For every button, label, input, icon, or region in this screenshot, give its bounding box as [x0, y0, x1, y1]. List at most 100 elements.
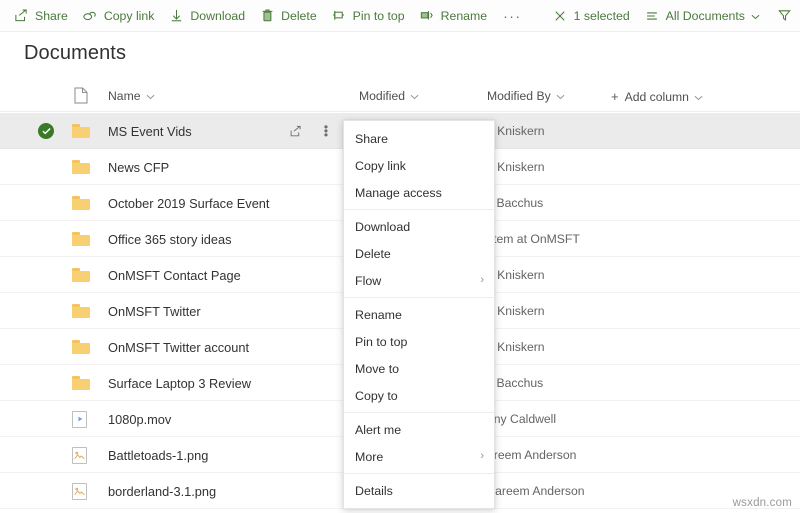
- menu-item-label: Details: [355, 483, 393, 498]
- menu-divider: [344, 412, 494, 413]
- row-checkbox[interactable]: [36, 221, 56, 257]
- row-name[interactable]: OnMSFT Contact Page: [108, 257, 241, 293]
- chevron-down-icon: [694, 90, 703, 104]
- row-checkbox[interactable]: [36, 473, 56, 509]
- command-rename-label: Rename: [440, 8, 488, 23]
- menu-item-move-to[interactable]: Move to: [344, 355, 494, 382]
- menu-item-label: Copy to: [355, 388, 398, 403]
- row-name[interactable]: OnMSFT Twitter account: [108, 329, 249, 365]
- menu-item-label: Download: [355, 219, 411, 234]
- row-modified-by: o Kniskern: [487, 340, 545, 354]
- row-modified-by: o Kniskern: [487, 268, 545, 282]
- row-file-icon: [72, 437, 96, 473]
- row-name[interactable]: OnMSFT Twitter: [108, 293, 201, 329]
- plus-icon: +: [611, 89, 619, 104]
- row-checkbox[interactable]: [36, 365, 56, 401]
- column-header-modified-label: Modified: [359, 89, 406, 103]
- column-header-modified-by[interactable]: Modified By: [487, 89, 565, 103]
- row-name[interactable]: MS Event Vids: [108, 113, 192, 149]
- column-header-name[interactable]: Name: [108, 89, 155, 103]
- row-modified-by: nny Caldwell: [487, 412, 557, 426]
- menu-divider: [344, 209, 494, 210]
- row-checkbox[interactable]: [36, 329, 56, 365]
- chevron-down-icon: [556, 89, 565, 103]
- row-name[interactable]: October 2019 Surface Event: [108, 185, 269, 221]
- row-name[interactable]: Battletoads-1.png: [108, 437, 208, 473]
- row-file-icon: [72, 257, 96, 293]
- menu-item-label: Delete: [355, 246, 391, 261]
- menu-item-manage-access[interactable]: Manage access: [344, 179, 494, 206]
- row-checkbox[interactable]: [36, 257, 56, 293]
- row-file-icon: [72, 221, 96, 257]
- row-file-icon: [72, 329, 96, 365]
- menu-item-share[interactable]: Share: [344, 125, 494, 152]
- menu-item-alert-me[interactable]: Alert me: [344, 416, 494, 443]
- file-type-icon: [74, 87, 88, 107]
- command-download[interactable]: Download: [161, 1, 252, 31]
- close-icon: [552, 8, 568, 24]
- command-share-label: Share: [35, 8, 68, 23]
- row-file-icon: [72, 113, 96, 149]
- menu-item-label: Pin to top: [355, 334, 408, 349]
- folder-icon: [72, 376, 90, 390]
- chevron-down-icon: [146, 89, 155, 103]
- row-name[interactable]: Office 365 story ideas: [108, 221, 232, 257]
- menu-item-copy-link[interactable]: Copy link: [344, 152, 494, 179]
- chevron-down-icon: [751, 9, 760, 23]
- pin-to-top-icon: [331, 8, 347, 24]
- folder-icon: [72, 268, 90, 282]
- column-header-type[interactable]: [74, 87, 88, 107]
- menu-item-pin-to-top[interactable]: Pin to top: [344, 328, 494, 355]
- row-file-icon: [72, 473, 96, 509]
- column-header-add-column[interactable]: + Add column: [611, 89, 703, 104]
- column-header-modified[interactable]: Modified: [359, 89, 419, 103]
- menu-item-flow[interactable]: Flow ›: [344, 267, 494, 294]
- row-checkbox[interactable]: [36, 401, 56, 437]
- row-checkbox[interactable]: [36, 437, 56, 473]
- filter-button[interactable]: [767, 1, 800, 31]
- sharepoint-document-library: Share Copy link Download Delete Pin to t…: [0, 0, 800, 513]
- menu-item-copy-to[interactable]: Copy to: [344, 382, 494, 409]
- menu-item-download[interactable]: Download: [344, 213, 494, 240]
- row-checkbox[interactable]: [36, 185, 56, 221]
- menu-item-more[interactable]: More ›: [344, 443, 494, 470]
- command-overflow-button[interactable]: ···: [494, 1, 531, 31]
- command-delete-label: Delete: [281, 8, 317, 23]
- row-name[interactable]: Surface Laptop 3 Review: [108, 365, 251, 401]
- row-more-icon[interactable]: • • •: [318, 121, 334, 141]
- selection-status[interactable]: 1 selected: [545, 1, 637, 31]
- checkmark-icon: [38, 123, 54, 139]
- row-modified-by: areem Anderson: [487, 448, 577, 462]
- command-delete[interactable]: Delete: [252, 1, 324, 31]
- column-header-add-column-label: Add column: [624, 89, 689, 104]
- video-file-icon: [72, 410, 87, 428]
- command-download-label: Download: [190, 8, 246, 23]
- row-checkbox[interactable]: [36, 293, 56, 329]
- folder-icon: [72, 304, 90, 318]
- list-view-icon: [644, 8, 660, 24]
- folder-icon: [72, 232, 90, 246]
- menu-item-details[interactable]: Details: [344, 477, 494, 504]
- page-title: Documents: [24, 42, 127, 64]
- command-share[interactable]: Share: [6, 1, 75, 31]
- row-checkbox[interactable]: [36, 149, 56, 185]
- row-name[interactable]: borderland-3.1.png: [108, 473, 216, 509]
- command-pin-to-top[interactable]: Pin to top: [324, 1, 412, 31]
- row-name[interactable]: 1080p.mov: [108, 401, 171, 437]
- view-selector[interactable]: All Documents: [637, 1, 767, 31]
- command-rename[interactable]: Rename: [412, 1, 494, 31]
- filter-icon: [777, 8, 793, 24]
- chevron-down-icon: [410, 89, 419, 103]
- row-checkbox-checked[interactable]: [36, 113, 56, 149]
- share-icon: [13, 8, 29, 24]
- menu-divider: [344, 297, 494, 298]
- row-name[interactable]: News CFP: [108, 149, 169, 185]
- command-copy-link[interactable]: Copy link: [75, 1, 162, 31]
- row-share-icon[interactable]: [288, 123, 304, 139]
- row-modified-by: if Bacchus: [487, 196, 544, 210]
- menu-item-label: Manage access: [355, 185, 442, 200]
- folder-icon: [72, 340, 90, 354]
- menu-item-rename[interactable]: Rename: [344, 301, 494, 328]
- menu-item-delete[interactable]: Delete: [344, 240, 494, 267]
- menu-item-label: Flow: [355, 273, 382, 288]
